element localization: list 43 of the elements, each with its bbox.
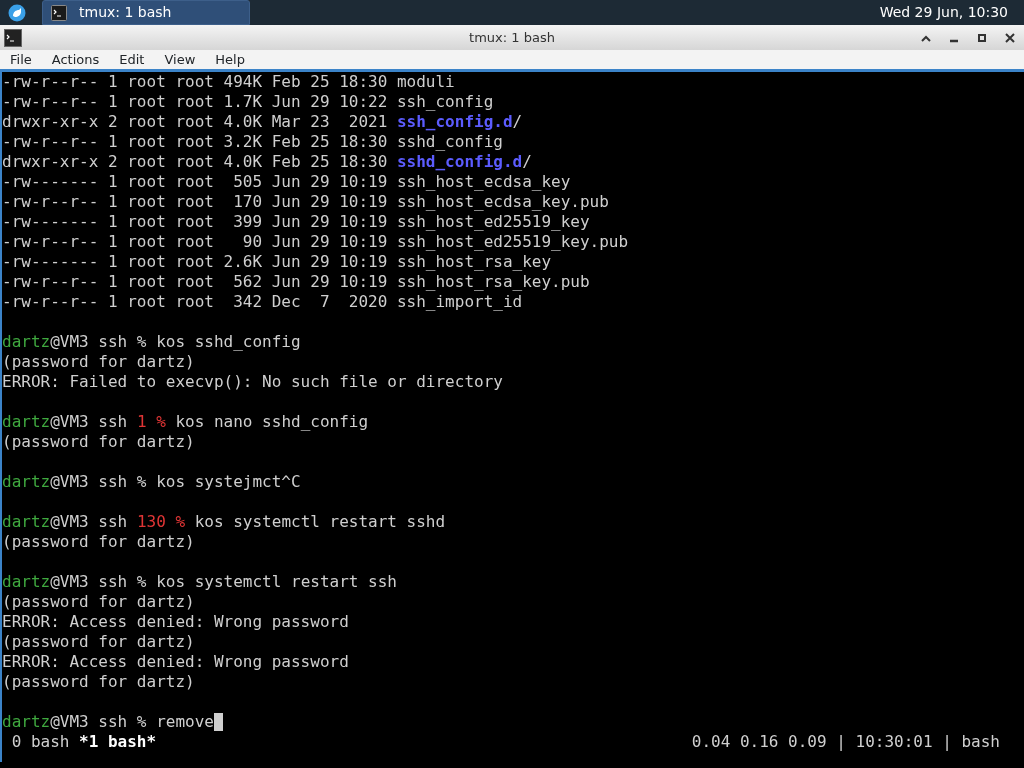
terminal-line: ERROR: Access denied: Wrong password — [2, 612, 349, 632]
menu-item[interactable]: File — [0, 49, 42, 70]
terminal-line: -rw------- 1 root root 505 Jun 29 10:19 ssh_host_ecdsa_key — [2, 172, 571, 192]
terminal-line: dartz@VM3 ssh 1 % kos nano sshd_config — [2, 412, 369, 432]
terminal-line: -rw-r--r-- 1 root root 3.2K Feb 25 18:30 sshd_config — [2, 132, 503, 152]
terminal-line: ERROR: Failed to execvp(): No such file or directory — [2, 372, 503, 392]
terminal-line: dartz@VM3 ssh % kos systejmct^C — [2, 472, 301, 492]
menu-item[interactable]: View — [154, 49, 206, 70]
terminal-line: dartz@VM3 ssh % kos sshd_config — [2, 332, 301, 352]
menu-item[interactable]: Help — [205, 49, 255, 70]
window-icon[interactable] — [4, 28, 22, 47]
terminal-line: (password for dartz) — [2, 592, 195, 612]
terminal-line: (password for dartz) — [2, 432, 195, 452]
terminal-line: drwxr-xr-x 2 root root 4.0K Mar 23 2021 ssh_config.d/ — [2, 112, 523, 132]
terminal-line: (password for dartz) — [2, 532, 195, 552]
terminal-line: dartz@VM3 ssh % kos systemctl restart ssh — [2, 572, 397, 592]
terminal-line: -rw-r--r-- 1 root root 562 Jun 29 10:19 ssh_host_rsa_key.pub — [2, 272, 590, 292]
clock: Wed 29 Jun, 10:30 — [879, 3, 1008, 22]
terminal-line: -rw-r--r-- 1 root root 494K Feb 25 18:30 moduli — [2, 72, 455, 92]
taskbar-button[interactable]: tmux: 1 bash — [42, 0, 250, 25]
terminal-line: -rw------- 1 root root 2.6K Jun 29 10:19 ssh_host_rsa_key — [2, 252, 552, 272]
terminal-icon — [51, 4, 67, 21]
terminal-line: (password for dartz) — [2, 352, 195, 372]
app-menu-icon[interactable] — [8, 3, 26, 22]
terminal-line: -rw-r--r-- 1 root root 170 Jun 29 10:19 ssh_host_ecdsa_key.pub — [2, 192, 609, 212]
terminal-line: drwxr-xr-x 2 root root 4.0K Feb 25 18:30 sshd_config.d/ — [2, 152, 532, 172]
menu-item[interactable]: Edit — [109, 49, 155, 70]
terminal-line: -rw-r--r-- 1 root root 342 Dec 7 2020 ssh_import_id — [2, 292, 523, 312]
terminal-line: -rw-r--r-- 1 root root 90 Jun 29 10:19 ssh_host_ed25519_key.pub — [2, 232, 629, 252]
terminal-line: dartz@VM3 ssh % remove — [2, 712, 214, 732]
terminal-line: dartz@VM3 ssh 130 % kos systemctl restart sshd — [2, 512, 446, 532]
terminal-line: -rw------- 1 root root 399 Jun 29 10:19 ssh_host_ed25519_key — [2, 212, 590, 232]
terminal-line: (password for dartz) — [2, 632, 195, 652]
tmux-window-tab[interactable]: *1 bash* — [69, 732, 157, 752]
terminal-line: -rw-r--r-- 1 root root 1.7K Jun 29 10:22 ssh_config — [2, 92, 494, 112]
window-title: tmux: 1 bash — [469, 28, 555, 47]
status-info: 0.04 0.16 0.09 | 10:30:01 | bash — [691, 732, 1000, 752]
close-icon[interactable] — [1004, 31, 1016, 44]
terminal-line: ERROR: Access denied: Wrong password — [2, 652, 349, 672]
terminal-line: (password for dartz) — [2, 672, 195, 692]
tmux-window-tab[interactable]: 0 bash — [2, 732, 70, 752]
maximize-icon[interactable] — [976, 31, 988, 44]
menu-item[interactable]: Actions — [41, 49, 110, 70]
